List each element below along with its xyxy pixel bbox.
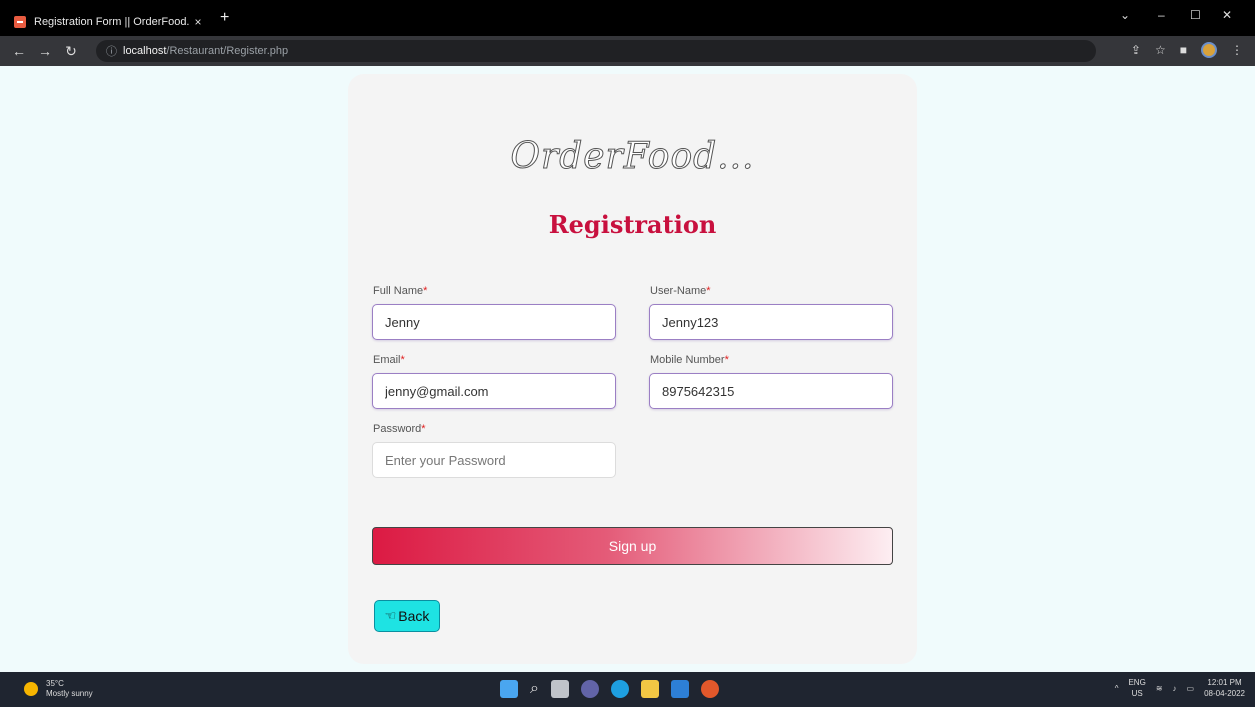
url-input[interactable]: ⓘ localhost /Restaurant/Register.php <box>96 40 1096 62</box>
full-name-label: Full Name* <box>373 285 428 297</box>
info-icon[interactable]: ⓘ <box>106 43 117 59</box>
user-name-label: User-Name* <box>650 285 711 297</box>
hand-pointer-icon: ☜ <box>384 608 397 623</box>
language-indicator[interactable]: ENG US <box>1128 677 1145 699</box>
minimize-icon[interactable]: – <box>1158 8 1165 22</box>
back-button[interactable]: ☜ Back <box>374 600 440 632</box>
start-icon[interactable] <box>500 680 518 698</box>
mobile-label: Mobile Number* <box>650 354 729 366</box>
password-field[interactable] <box>372 442 616 478</box>
tab-search-icon[interactable]: ⌄ <box>1120 8 1130 22</box>
search-icon[interactable]: ⌕ <box>530 680 539 698</box>
back-arrow-icon[interactable]: ← <box>6 43 32 59</box>
mobile-field[interactable] <box>649 373 893 409</box>
favicon-icon <box>14 16 26 28</box>
close-window-icon[interactable]: ✕ <box>1222 8 1232 22</box>
maximize-icon[interactable]: ☐ <box>1190 8 1201 22</box>
page-title: Registration <box>548 210 717 239</box>
temperature: 35°C <box>46 679 64 688</box>
edge-icon[interactable] <box>610 680 629 698</box>
email-label: Email* <box>373 354 405 366</box>
required-mark: * <box>724 354 729 366</box>
weather-status: Mostly sunny <box>46 689 93 698</box>
reload-icon[interactable]: ↻ <box>58 43 84 60</box>
url-path: /Restaurant/Register.php <box>166 45 289 57</box>
user-name-field[interactable] <box>649 304 893 340</box>
browser-tab-bar: Registration Form || OrderFood... × + ⌄ … <box>0 0 1255 36</box>
chat-icon[interactable] <box>580 680 599 698</box>
bookmark-star-icon[interactable]: ☆ <box>1155 43 1166 57</box>
tab-close-icon[interactable]: × <box>190 15 206 29</box>
full-name-field[interactable] <box>372 304 616 340</box>
show-hidden-icons[interactable]: ^ <box>1115 684 1119 693</box>
sidepanel-icon[interactable]: ■ <box>1180 43 1187 57</box>
wifi-icon[interactable]: ≋ <box>1156 684 1163 693</box>
required-mark: * <box>423 285 428 297</box>
windows-taskbar: 35°C Mostly sunny ⌕ ^ ENG US ≋ ♪ ▭ 12:01… <box>0 672 1255 707</box>
task-view-icon[interactable] <box>550 680 569 698</box>
brand-logo: OrderFood... <box>348 136 917 178</box>
password-label: Password* <box>373 423 426 435</box>
signup-button[interactable]: Sign up <box>372 527 893 565</box>
back-label: Back <box>398 608 430 624</box>
sun-icon <box>24 682 38 696</box>
share-icon[interactable]: ⇪ <box>1131 43 1141 57</box>
system-tray: ^ ENG US ≋ ♪ ▭ 12:01 PM 08-04-2022 <box>1115 677 1245 699</box>
chrome-icon[interactable] <box>700 680 719 698</box>
mail-icon[interactable] <box>670 680 689 698</box>
weather-widget[interactable]: 35°C Mostly sunny <box>24 679 93 699</box>
profile-avatar[interactable] <box>1201 42 1217 58</box>
volume-icon[interactable]: ♪ <box>1173 684 1177 693</box>
address-toolbar: ← → ↻ ⓘ localhost /Restaurant/Register.p… <box>0 36 1255 66</box>
tab-title: Registration Form || OrderFood... <box>34 16 190 28</box>
email-field[interactable] <box>372 373 616 409</box>
required-mark: * <box>400 354 405 366</box>
menu-dots-icon[interactable]: ⋮ <box>1231 43 1243 57</box>
required-mark: * <box>706 285 711 297</box>
brand-text: OrderFood... <box>510 136 755 178</box>
toolbar-actions: ⇪ ☆ ■ ⋮ <box>1131 42 1243 58</box>
required-mark: * <box>421 423 426 435</box>
taskbar-apps: ⌕ <box>500 680 719 698</box>
file-explorer-icon[interactable] <box>640 680 659 698</box>
clock[interactable]: 12:01 PM 08-04-2022 <box>1204 677 1245 699</box>
url-host: localhost <box>123 45 167 57</box>
new-tab-button[interactable]: + <box>220 9 229 27</box>
battery-icon[interactable]: ▭ <box>1187 684 1195 693</box>
forward-arrow-icon[interactable]: → <box>32 43 58 59</box>
browser-tab[interactable]: Registration Form || OrderFood... × <box>14 8 206 36</box>
